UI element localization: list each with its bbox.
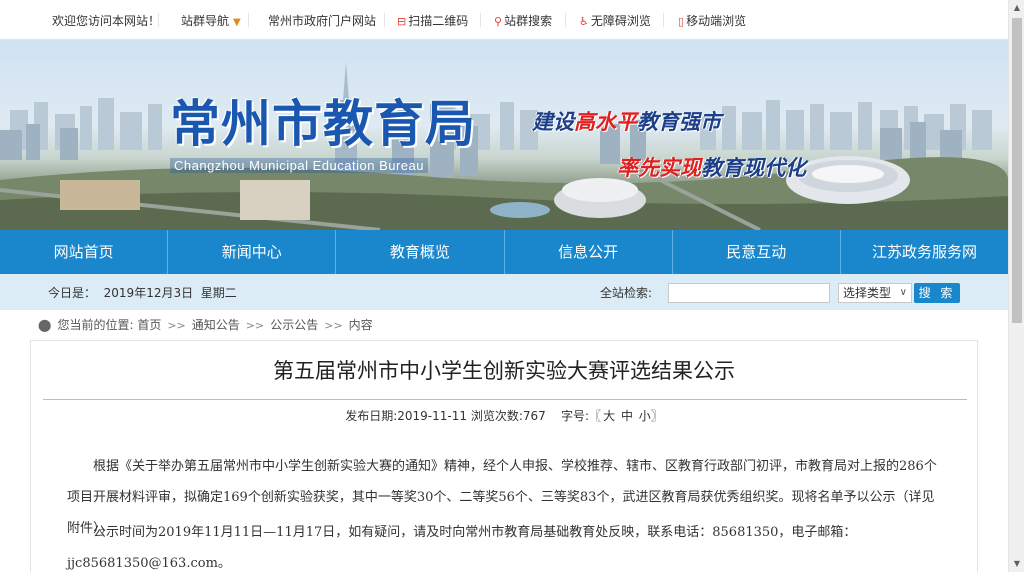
divider: [480, 13, 481, 27]
chevron-down-icon: ∨: [899, 287, 907, 298]
today-date: 今日是： 2019年12月3日 星期二: [48, 274, 237, 312]
qr-code-icon: ⊟: [397, 15, 407, 28]
nav-item-gov-service[interactable]: 江苏政务服务网: [841, 230, 1008, 274]
breadcrumb-prefix: 您当前的位置:: [57, 318, 134, 332]
bureau-logo-subtitle: Changzhou Municipal Education Bureau: [170, 158, 428, 173]
font-size-bracket-open: 〖: [589, 409, 602, 423]
date-label: 今日是：: [48, 286, 97, 300]
date-value: 2019年12月3日: [103, 286, 194, 300]
vertical-scrollbar[interactable]: ▲ ▼: [1008, 0, 1024, 572]
search-icon: ⚲: [494, 15, 503, 28]
site-search-label: 站群搜索: [504, 14, 553, 28]
mobile-label: 移动端浏览: [686, 14, 747, 28]
top-utility-bar: 欢迎您访问本网站！ 站群导航 ▼ 常州市政府门户网站 ⊟ 扫描二维码 ⚲ 站群搜索 ♿…: [0, 0, 1008, 40]
nav-item-news[interactable]: 新闻中心: [168, 230, 337, 274]
page: 欢迎您访问本网站！ 站群导航 ▼ 常州市政府门户网站 ⊟ 扫描二维码 ⚲ 站群搜索 ♿…: [0, 0, 1024, 572]
font-size-medium-button[interactable]: 中: [621, 409, 633, 423]
search-type-value: 选择类型: [843, 286, 892, 300]
scroll-up-arrow-icon[interactable]: ▲: [1009, 0, 1024, 16]
article-title: 第五届常州市中小学生创新实验大赛评选结果公示: [273, 359, 735, 383]
scrollbar-thumb[interactable]: [1012, 18, 1022, 323]
mobile-link[interactable]: ▯ 移动端浏览: [678, 0, 746, 40]
slogan-1-part-a: 建设: [532, 109, 574, 134]
search-input[interactable]: [668, 283, 830, 303]
chevron-down-icon: ▼: [233, 17, 241, 28]
divider: [663, 13, 664, 27]
qr-code-label: 扫描二维码: [408, 14, 469, 28]
wheelchair-icon: ♿: [579, 15, 589, 28]
title-divider: [43, 399, 967, 400]
header-banner: 常州市教育局 Changzhou Municipal Education Bur…: [0, 40, 1008, 230]
divider: [158, 13, 159, 27]
search-label: 全站检索:: [600, 286, 653, 300]
breadcrumb-current: 内容: [348, 318, 373, 332]
breadcrumb-announcements[interactable]: 公示公告: [270, 318, 318, 332]
font-size-large-button[interactable]: 大: [603, 409, 615, 423]
site-nav-dropdown[interactable]: 站群导航 ▼: [181, 0, 241, 40]
nav-item-interaction[interactable]: 民意互动: [673, 230, 841, 274]
font-size-bracket-close: 〗: [650, 409, 663, 423]
breadcrumb-separator: >>: [167, 319, 186, 332]
breadcrumb-separator: >>: [245, 319, 265, 332]
nav-item-home[interactable]: 网站首页: [0, 230, 169, 274]
accessible-label: 无障碍浏览: [590, 14, 651, 28]
article-container: 第五届常州市中小学生创新实验大赛评选结果公示 发布日期:2019-11-11 浏…: [30, 340, 978, 572]
slogan-1-highlight: 高水平: [574, 109, 637, 134]
qr-code-link[interactable]: ⊟ 扫描二维码: [397, 0, 468, 40]
date-search-bar: 今日是： 2019年12月3日 星期二 全站检索: 选择类型 ∨ 搜 索: [0, 274, 1008, 310]
mobile-phone-icon: ▯: [678, 15, 685, 28]
slogan-2-part-b: 教育现代化: [701, 155, 806, 180]
slogan-1-part-b: 教育强市: [637, 109, 721, 134]
main-nav: 网站首页 新闻中心 教育概览 信息公开 民意互动 江苏政务服务网: [0, 230, 1008, 274]
welcome-text: 欢迎您访问本网站！: [52, 14, 161, 28]
site-nav-label: 站群导航: [181, 14, 230, 28]
article-paragraph: 公示时间为2019年11月11日—11月17日，如有疑问，请及时向常州市教育局基…: [67, 525, 857, 571]
slogan-line-2: 率先实现教育现代化: [617, 152, 806, 182]
publish-date: 2019-11-11: [397, 409, 467, 423]
nav-item-info-disclosure[interactable]: 信息公开: [505, 230, 673, 274]
bureau-logo-title: 常州市教育局: [170, 94, 476, 153]
breadcrumb-home[interactable]: 首页: [137, 318, 161, 332]
publish-date-label: 发布日期:: [345, 409, 398, 423]
font-size-label: 字号:: [561, 409, 590, 423]
divider: [248, 13, 249, 27]
accessible-link[interactable]: ♿ 无障碍浏览: [579, 0, 651, 40]
slogan-line-1: 建设高水平教育强市: [532, 106, 721, 136]
breadcrumb-notices[interactable]: 通知公告: [192, 318, 240, 332]
location-pin-icon: ⬤: [38, 318, 52, 332]
divider: [565, 13, 566, 27]
views-label: 浏览次数:: [470, 409, 523, 423]
breadcrumb-separator: >>: [324, 319, 343, 332]
views-count: 767: [522, 409, 546, 423]
divider: [384, 13, 385, 27]
portal-link[interactable]: 常州市政府门户网站: [268, 0, 376, 40]
article-meta: 发布日期:2019-11-11 浏览次数:767 字号:〖大 中 小〗: [31, 407, 977, 424]
search-button[interactable]: 搜 索: [914, 283, 960, 303]
city-skyline-image: [0, 62, 1008, 230]
search-type-select[interactable]: 选择类型 ∨: [838, 283, 912, 303]
breadcrumb: ⬤ 您当前的位置: 首页 >> 通知公告 >> 公示公告 >> 内容: [38, 310, 373, 340]
nav-item-overview[interactable]: 教育概览: [336, 230, 505, 274]
weekday: 星期二: [200, 286, 237, 300]
slogan-2-highlight: 率先实现: [617, 155, 701, 180]
scroll-down-arrow-icon[interactable]: ▼: [1009, 556, 1024, 572]
site-search-link[interactable]: ⚲ 站群搜索: [494, 0, 552, 40]
font-size-small-button[interactable]: 小: [639, 409, 651, 423]
